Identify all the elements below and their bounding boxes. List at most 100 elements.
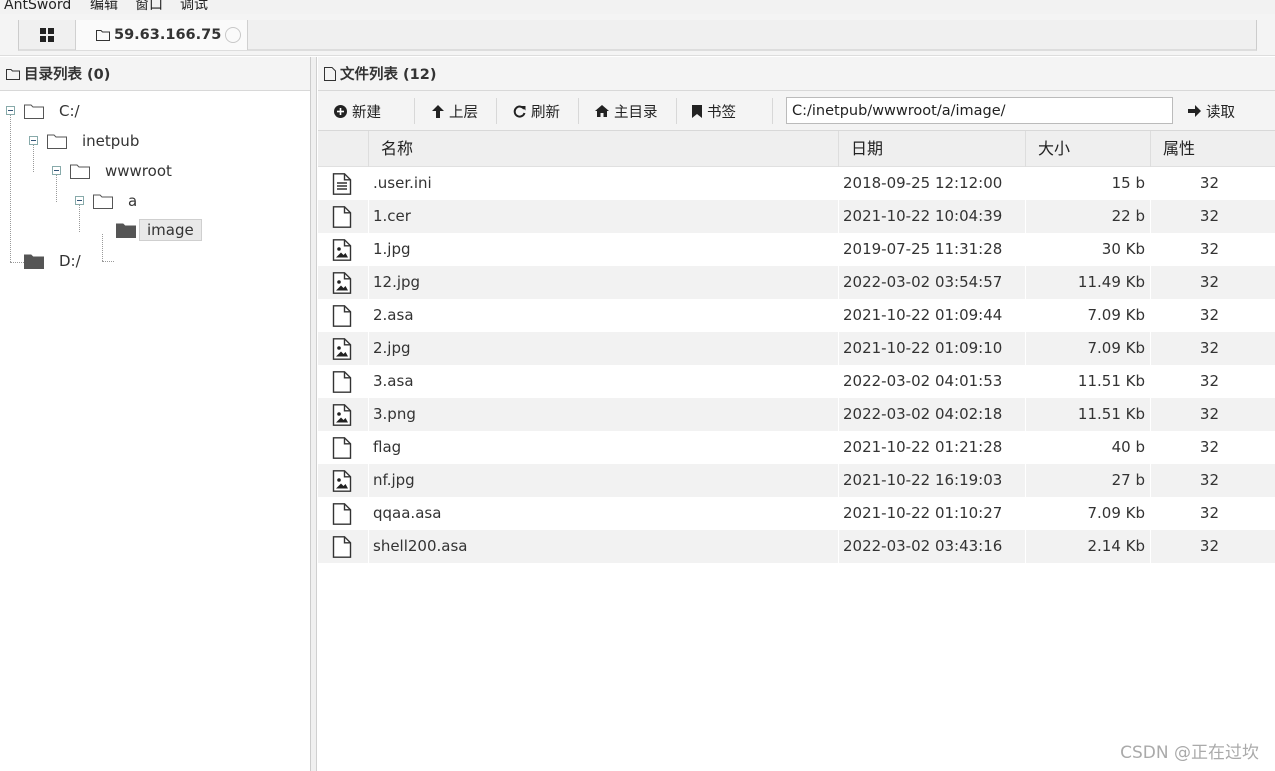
tree-node-d[interactable]: D:/ — [24, 246, 88, 276]
column-divider — [838, 299, 839, 332]
file-attr: 32 — [1199, 471, 1219, 489]
file-row[interactable]: 2.asa 2021-10-22 01:09:44 7.09 Kb 32 — [318, 299, 1275, 332]
plus-circle-icon — [334, 104, 347, 118]
file-name: 3.png — [373, 405, 416, 423]
column-divider — [368, 200, 369, 233]
file-row[interactable]: nf.jpg 2021-10-22 16:19:03 27 b 32 — [318, 464, 1275, 497]
file-size: 11.49 Kb — [1077, 273, 1145, 291]
file-grid-body: .user.ini 2018-09-25 12:12:00 15 b 32 1.cer 2… — [318, 167, 1275, 563]
home-button[interactable]: 主目录 — [595, 97, 658, 125]
header-name[interactable]: 名称 — [368, 131, 838, 167]
file-name: 2.asa — [373, 306, 414, 324]
collapse-toggle-icon[interactable] — [6, 106, 15, 115]
pane-splitter[interactable] — [311, 57, 317, 771]
file-row[interactable]: flag 2021-10-22 01:21:28 40 b 32 — [318, 431, 1275, 464]
image-file-icon — [332, 470, 352, 496]
tab-home[interactable] — [19, 20, 76, 50]
collapse-toggle-icon[interactable] — [75, 196, 84, 205]
file-row[interactable]: .user.ini 2018-09-25 12:12:00 15 b 32 — [318, 167, 1275, 200]
file-row[interactable]: 2.jpg 2021-10-22 01:09:10 7.09 Kb 32 — [318, 332, 1275, 365]
column-divider — [838, 497, 839, 530]
column-divider — [368, 365, 369, 398]
folder-open-icon — [47, 134, 67, 149]
header-size[interactable]: 大小 — [1025, 131, 1150, 167]
file-attr: 32 — [1199, 339, 1219, 357]
file-date: 2021-10-22 01:21:28 — [843, 438, 1003, 456]
file-attr: 32 — [1199, 405, 1219, 423]
file-row[interactable]: 3.asa 2022-03-02 04:01:53 11.51 Kb 32 — [318, 365, 1275, 398]
file-date: 2022-03-02 03:43:16 — [843, 537, 1003, 555]
file-size: 7.09 Kb — [1087, 339, 1145, 357]
file-attr: 32 — [1199, 174, 1219, 192]
menu-window[interactable]: 窗口 — [135, 0, 163, 14]
column-divider — [838, 431, 839, 464]
column-divider — [368, 266, 369, 299]
file-name: qqaa.asa — [373, 504, 442, 522]
directory-tree: C:/ inetpub wwwroot a image D:/ — [0, 91, 310, 771]
file-date: 2021-10-22 01:10:27 — [843, 504, 1003, 522]
tab-host-label: 59.63.166.75 — [114, 27, 222, 43]
image-file-icon — [332, 272, 352, 298]
file-row[interactable]: 1.jpg 2019-07-25 11:31:28 30 Kb 32 — [318, 233, 1275, 266]
read-button[interactable]: 读取 — [1188, 97, 1235, 125]
file-row[interactable]: 1.cer 2021-10-22 10:04:39 22 b 32 — [318, 200, 1275, 233]
home-icon — [595, 105, 609, 117]
file-name: 12.jpg — [373, 273, 421, 291]
collapse-toggle-icon[interactable] — [52, 166, 61, 175]
header-date[interactable]: 日期 — [838, 131, 1025, 167]
file-row[interactable]: 12.jpg 2022-03-02 03:54:57 11.49 Kb 32 — [318, 266, 1275, 299]
folder-open-icon — [24, 104, 44, 119]
column-divider — [368, 464, 369, 497]
file-icon — [332, 206, 352, 232]
file-date: 2018-09-25 12:12:00 — [843, 174, 1003, 192]
file-size: 2.14 Kb — [1087, 537, 1145, 555]
file-attr: 32 — [1199, 537, 1219, 555]
up-button[interactable]: 上层 — [432, 97, 478, 125]
folder-open-icon — [93, 194, 113, 209]
file-size: 11.51 Kb — [1077, 372, 1145, 390]
refresh-button[interactable]: 刷新 — [513, 97, 560, 125]
tab-close-icon[interactable] — [225, 27, 241, 43]
header-icon-col — [318, 131, 368, 167]
file-attr: 32 — [1199, 372, 1219, 390]
tab-host[interactable]: 59.63.166.75 — [76, 20, 248, 50]
file-name: .user.ini — [373, 174, 432, 192]
menu-debug[interactable]: 调试 — [180, 0, 208, 14]
tree-node-label: D:/ — [59, 252, 81, 270]
bookmark-icon — [692, 104, 702, 118]
file-panel-header: 文件列表 (12) — [318, 57, 1275, 91]
menu-antsword[interactable]: AntSword — [4, 0, 71, 14]
file-attr: 32 — [1199, 273, 1219, 291]
file-name: flag — [373, 438, 402, 456]
tree-node-wwwroot[interactable]: wwwroot — [70, 156, 179, 186]
column-divider — [368, 398, 369, 431]
file-size: 30 Kb — [1101, 240, 1145, 258]
file-row[interactable]: qqaa.asa 2021-10-22 01:10:27 7.09 Kb 32 — [318, 497, 1275, 530]
folder-icon — [6, 68, 20, 80]
column-divider — [838, 530, 839, 563]
tree-node-label: a — [128, 192, 138, 210]
bookmark-button[interactable]: 书签 — [692, 97, 736, 125]
path-input[interactable] — [786, 97, 1173, 124]
file-row[interactable]: 3.png 2022-03-02 04:02:18 11.51 Kb 32 — [318, 398, 1275, 431]
column-divider — [368, 233, 369, 266]
menu-edit[interactable]: 编辑 — [90, 0, 118, 14]
image-file-icon — [332, 239, 352, 265]
collapse-toggle-icon[interactable] — [29, 136, 38, 145]
tree-node-image[interactable]: image — [116, 215, 202, 245]
tree-node-a[interactable]: a — [93, 186, 144, 216]
file-panel: 文件列表 (12) 新建 上层 刷新 主目录 书签 读取 — [318, 57, 1275, 771]
new-button[interactable]: 新建 — [334, 97, 381, 125]
tree-node-c[interactable]: C:/ — [24, 96, 87, 126]
image-file-icon — [332, 338, 352, 364]
file-icon — [324, 66, 336, 81]
header-attr[interactable]: 属性 — [1150, 131, 1275, 167]
file-panel-title: 文件列表 (12) — [340, 67, 437, 83]
file-toolbar: 新建 上层 刷新 主目录 书签 读取 — [318, 91, 1275, 131]
directory-panel: 目录列表 (0) C:/ inetpub wwwroot a image D:/ — [0, 57, 311, 771]
file-attr: 32 — [1199, 504, 1219, 522]
folder-icon — [24, 254, 44, 269]
tree-node-inetpub[interactable]: inetpub — [47, 126, 146, 156]
file-row[interactable]: shell200.asa 2022-03-02 03:43:16 2.14 Kb 32 — [318, 530, 1275, 563]
column-divider — [368, 299, 369, 332]
